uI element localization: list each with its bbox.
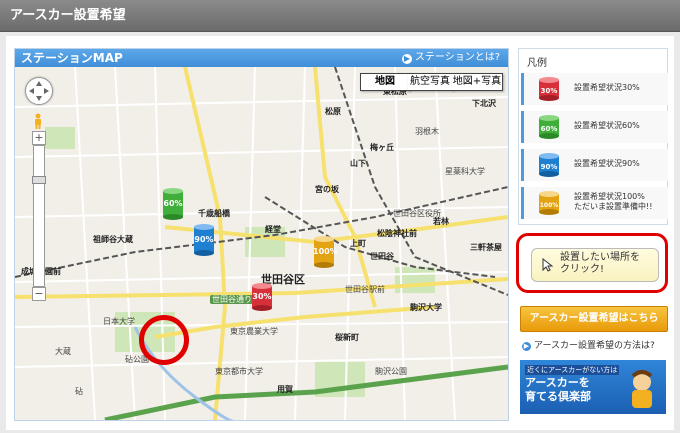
cylinder-blue-icon: 90% [539,153,559,177]
cylinder-green-icon: 60% [539,115,559,139]
legend-badge-90: 90% [541,163,558,171]
place-matsubara: 松原 [325,107,341,116]
station-marker-30-label: 30% [252,292,272,301]
place-kyodo: 経堂 [265,225,281,234]
map-titlebar: ステーションMAP ▶ ステーションとは? [15,49,508,67]
place-shoin-jinja: 松陰神社前 [377,229,417,238]
page-header: アースカー設置希望 [0,0,680,32]
legend-label-60: 設置希望状況60% [574,121,640,130]
place-hoshi-yakka: 星薬科大学 [445,167,485,176]
legend-item-60: 60% 設置希望状況60% [521,111,668,143]
zoom-slider-handle[interactable] [32,176,46,184]
legend-badge-30: 30% [541,87,558,95]
station-marker-90[interactable]: 90% [193,223,215,257]
click-target-circle [139,315,189,365]
place-miyanosaka: 宮の坂 [315,185,339,194]
station-about-link[interactable]: ▶ ステーションとは? [401,51,500,65]
banner-line1: アースカーを [525,376,590,389]
maptype-map-button[interactable]: 地図 [360,73,410,91]
click-prompt-text: 設置したい場所を クリック! [560,252,640,276]
place-tokyo-city-univ: 東京都市大学 [215,367,263,376]
place-okura: 大蔵 [55,347,71,356]
place-setagaya-dori: 世田谷通り [210,295,254,304]
place-sangenjaya: 三軒茶屋 [470,243,502,252]
legend-label-100: 設置希望状況100% ただいま設置準備中!! [574,192,652,212]
cylinder-red-icon: 30% [539,77,559,101]
legend-label-30: 設置希望状況30% [574,83,640,92]
station-map-panel: ステーションMAP ▶ ステーションとは? 経堂 世田谷区 下北沢 梅ヶ丘 山下… [14,48,509,421]
station-marker-90-label: 90% [194,235,214,244]
mascot-icon [631,370,653,408]
place-soshigaya-okura: 祖師谷大蔵 [93,235,133,244]
place-wakabayashi: 若林 [433,217,449,226]
pegman-icon[interactable] [32,113,44,129]
cylinder-orange-icon: 100% [539,191,559,215]
place-nihon-univ: 日本大学 [103,317,135,326]
pan-control[interactable] [25,77,53,105]
place-yamashita: 山下 [350,159,366,168]
place-shimokitazawa: 下北沢 [472,99,496,108]
place-hanegi: 羽根木 [415,127,439,136]
place-tokyo-agri-univ: 東京農業大学 [230,327,278,336]
pan-arrows-icon [29,81,49,101]
place-komazawa-park: 駒沢公園 [375,367,407,376]
content-area: ステーションMAP ▶ ステーションとは? 経堂 世田谷区 下北沢 梅ヶ丘 山下… [6,36,674,430]
banner-line2: 育てる倶楽部 [525,390,591,403]
legend-label-100-line2: ただいま設置準備中!! [574,202,653,211]
map-canvas[interactable]: 経堂 世田谷区 下北沢 梅ヶ丘 山下 上町 世田谷 世田谷区役所 千歳船橋 祖師… [15,67,508,420]
legend-panel: 凡例 30% 設置希望状況30% 60% 設置希望状況60% 90% 設置希望状… [518,48,668,225]
legend-badge-100: 100% [540,202,559,209]
station-marker-30[interactable]: 30% [251,282,273,312]
zoom-in-button[interactable]: + [32,131,46,145]
place-setagaya: 世田谷 [370,252,394,261]
legend-item-90: 90% 設置希望状況90% [521,149,668,181]
legend-label-100-line1: 設置希望状況100% [574,192,645,201]
club-banner[interactable]: 近くにアースカーがない方は アースカーを 育てる倶楽部 [520,360,666,414]
apply-button[interactable]: アースカー設置希望はこちら [520,306,668,332]
banner-small-text: 近くにアースカーがない方は [525,365,620,375]
station-marker-100[interactable]: 100% [313,235,338,269]
place-chitose-funabashi: 千歳船橋 [198,209,230,218]
maptype-satellite-button[interactable]: 航空写真 [408,73,453,91]
legend-item-30: 30% 設置希望状況30% [521,73,668,105]
arrow-circle-icon: ▶ [522,342,531,351]
place-kamimachi: 上町 [350,239,366,248]
place-umegaoka: 梅ヶ丘 [370,143,394,152]
page-title: アースカー設置希望 [10,8,126,23]
station-marker-60[interactable]: 60% [162,187,184,221]
maptype-hybrid-button[interactable]: 地図+写真 [452,73,503,91]
click-prompt-line2: クリック! [560,264,605,275]
legend-badge-60: 60% [541,125,558,133]
place-setagaya-ekimae: 世田谷駅前 [345,285,385,294]
cursor-arrow-icon [542,258,554,272]
zoom-slider[interactable] [32,145,46,287]
click-prompt-bubble[interactable]: 設置したい場所を クリック! [531,248,659,282]
station-marker-60-label: 60% [163,199,183,208]
zoom-out-button[interactable]: − [32,287,46,301]
place-yoga: 用賀 [277,385,293,394]
arrow-circle-icon: ▶ [401,54,412,64]
legend-title: 凡例 [527,58,547,69]
legend-item-100: 100% 設置希望状況100% ただいま設置準備中!! [521,187,668,219]
legend-label-90: 設置希望状況90% [574,159,640,168]
howto-link[interactable]: ▶ アースカー設置希望の方法は? [522,338,655,351]
place-sakurashinmachi: 桜新町 [335,333,359,342]
place-komazawa-daigaku: 駒沢大学 [410,303,442,312]
click-prompt-line1: 設置したい場所を [560,252,640,263]
map-title: ステーションMAP [21,51,123,65]
click-prompt-highlight: 設置したい場所を クリック! [516,233,668,293]
station-marker-100-label: 100% [313,247,338,256]
place-kinuta: 砧 [75,387,83,396]
